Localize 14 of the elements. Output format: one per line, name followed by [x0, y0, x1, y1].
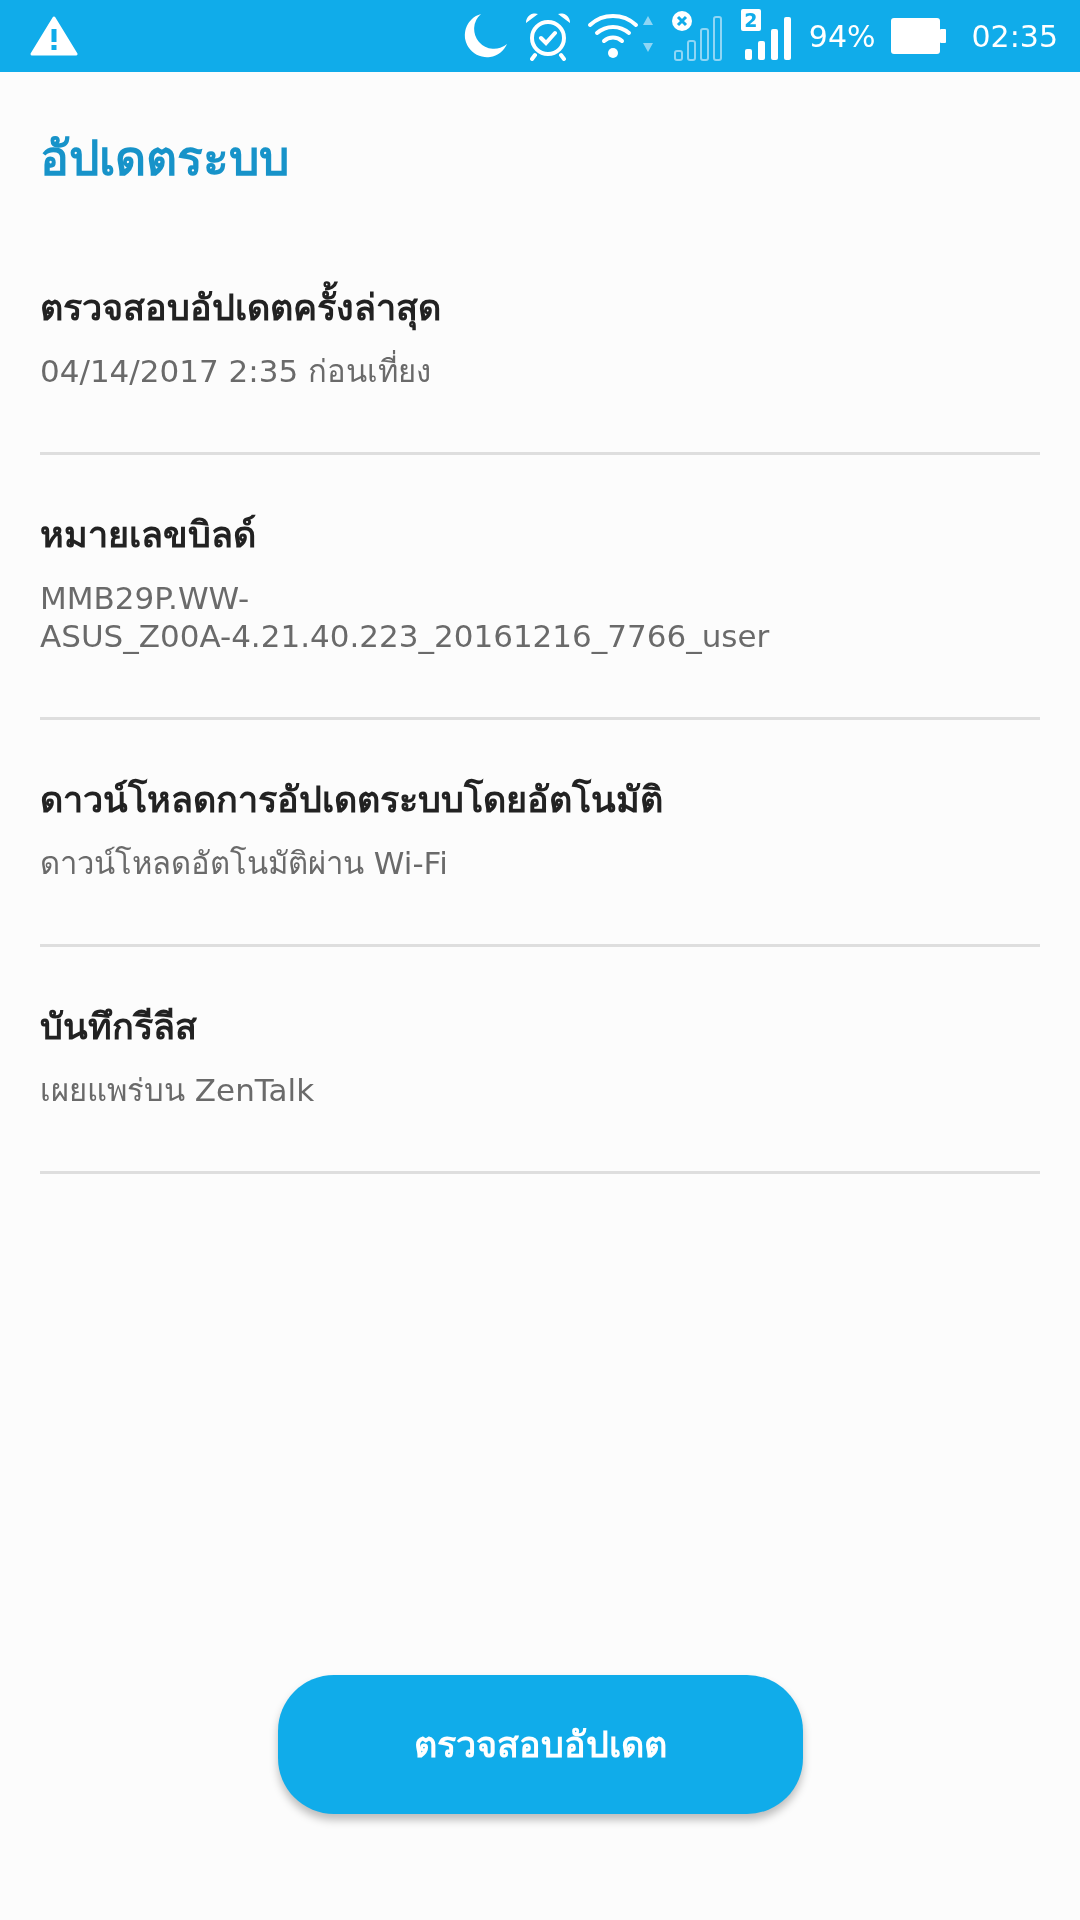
- battery-percent: 94%: [808, 18, 876, 54]
- setting-summary: ดาวน์โหลดอัตโนมัติผ่าน Wi-Fi: [40, 844, 449, 882]
- setting-title: หมายเลขบิลด์: [40, 513, 257, 557]
- setting-title: ดาวน์โหลดการอัปเดตระบบโดยอัตโนมัติ: [40, 777, 664, 822]
- setting-title: บันทึกรีลีส: [40, 1005, 198, 1049]
- setting-summary: เผยแพร่บน ZenTalk: [40, 1071, 316, 1109]
- setting-summary: 04/14/2017 2:35 ก่อนเที่ยง: [40, 352, 1040, 390]
- page-title: อัปเดตระบบ: [39, 129, 290, 188]
- setting-summary: MMB29P.WW- ASUS_Z00A-4.21.40.223_20161216_7766_user: [40, 579, 771, 655]
- sim-number: 2: [740, 9, 761, 31]
- warning-icon: [30, 16, 78, 56]
- battery-icon: [889, 16, 948, 56]
- clock-time: 02:35: [971, 18, 1058, 54]
- check-update-button[interactable]: ตรวจสอบอัปเดต: [277, 1675, 803, 1814]
